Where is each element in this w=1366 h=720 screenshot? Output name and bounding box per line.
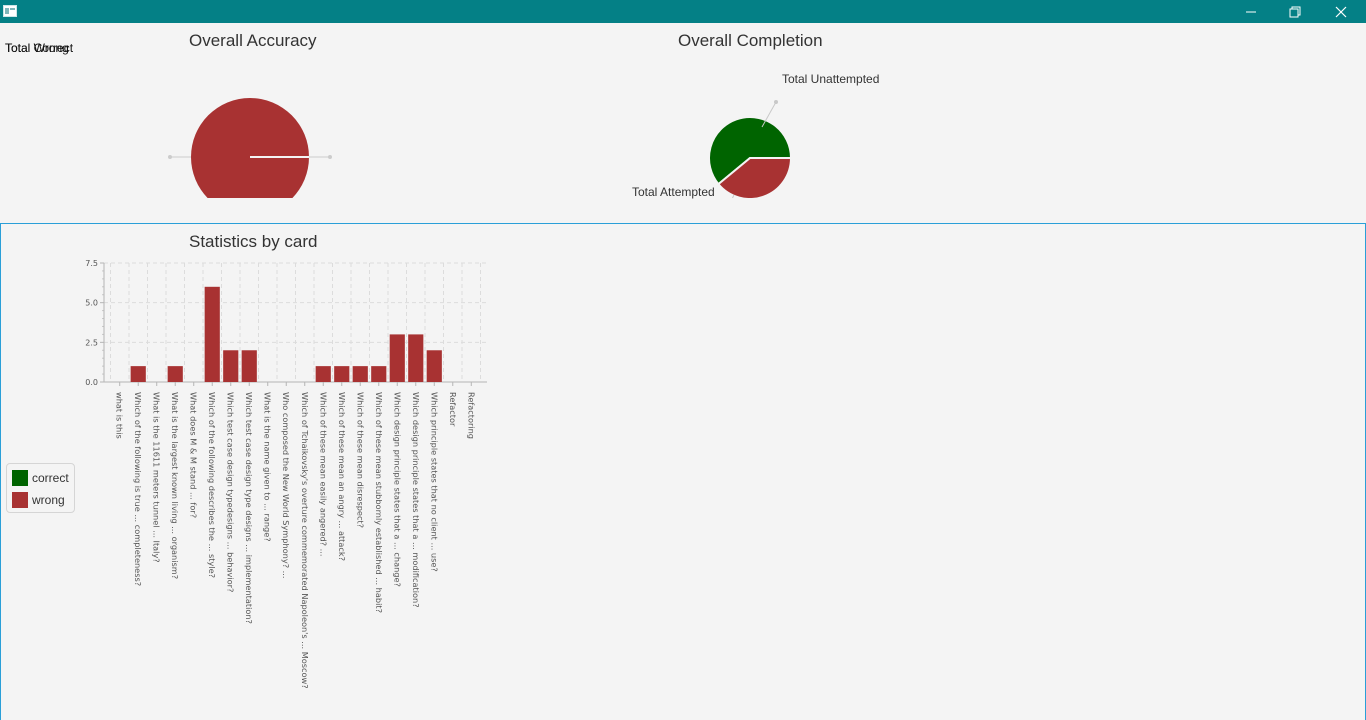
bar-wrong[interactable] [352,366,368,382]
close-icon [1335,6,1347,17]
y-tick-label: 7.5 [85,259,98,268]
minimize-button[interactable] [1228,0,1274,23]
x-tick-label: what is this [115,392,125,439]
bar-wrong[interactable] [315,366,331,382]
legend-item-correct: correct [12,470,69,486]
x-tick-label: Which test case design type designs ... … [244,392,254,624]
x-tick-label: Which design principle states that a ...… [411,392,421,608]
x-tick-label: Which of the following is true ... compl… [133,392,143,586]
accuracy-pie-chart [168,98,332,198]
x-tick-label: Which of these mean stubbornly establish… [374,392,384,613]
x-tick-label: Which test case design typedesigns ... b… [226,392,236,592]
completion-pie-chart [708,100,793,198]
legend-item-wrong: wrong [12,492,65,508]
bar-wrong[interactable] [334,366,350,382]
x-tick-label: What is the largest known living ... org… [170,392,180,579]
bar-wrong[interactable] [223,350,239,382]
bar-wrong[interactable] [371,366,387,382]
x-tick-label: Who composed the New World Symphony? ... [281,392,291,578]
total-wrong-label: Total Wrong [5,41,69,55]
total-attempted-label: Total Attempted [632,185,715,199]
x-tick-label: Which of Tchaikovsky's overture commemor… [300,392,310,689]
x-tick-label: Refactoring [466,392,476,439]
x-tick-label: What does M & M stand ... for? [189,392,199,518]
y-tick-label: 2.5 [85,338,98,347]
x-tick-label: Which of these mean an angry ... attack? [337,392,347,561]
x-tick-label: Which design principle states that a ...… [392,392,402,587]
bar-chart-legend: correct wrong [6,463,75,513]
legend-swatch-wrong [12,492,28,508]
card-statistics-bar-chart: 0.0 2.5 5.0 7.5 what is this Which of the fol… [85,259,487,689]
x-tick-label: Refactor [448,392,458,427]
total-unattempted-label: Total Unattempted [782,72,880,86]
window-titlebar[interactable] [0,0,1366,23]
x-tick-label: What is the name given to ... range? [263,392,273,542]
bar-wrong[interactable] [389,334,405,382]
bar-wrong[interactable] [130,366,146,382]
bar-wrong[interactable] [408,334,424,382]
x-tick-label: What is the 11611 meters tunnel ... Ital… [152,392,162,563]
legend-swatch-correct [12,470,28,486]
x-tick-label: Which principle states that no client ..… [429,392,439,572]
restore-icon [1289,6,1301,17]
legend-label-correct: correct [32,471,69,485]
accuracy-leader-dot-left [168,155,172,159]
x-tick-label: Which of these mean easily angered? ... [318,392,328,556]
accuracy-slice-total-wrong[interactable] [191,98,309,198]
bar-wrong[interactable] [167,366,183,382]
legend-label-wrong: wrong [32,493,65,507]
bar-wrong[interactable] [241,350,257,382]
x-tick-label: Which of these mean disrespect? [355,392,365,528]
x-tick-label: Which of the following describes the ...… [207,392,217,578]
completion-chart-title: Overall Completion [678,31,823,50]
accuracy-leader-dot-right [328,155,332,159]
bar-wrong[interactable] [204,286,220,382]
close-button[interactable] [1318,0,1364,23]
unattempted-leader-dot [774,100,778,104]
accuracy-chart-title: Overall Accuracy [189,31,317,50]
bar-wrong[interactable] [426,350,442,382]
restore-button[interactable] [1272,0,1318,23]
y-tick-label: 5.0 [85,299,98,308]
app-window-icon [3,5,17,17]
y-tick-label: 0.0 [85,378,98,387]
bar-chart-title: Statistics by card [189,232,318,251]
summary-charts-section: Total Correct Total Wrong Overall Accura… [0,23,1366,223]
minimize-icon [1246,11,1256,12]
